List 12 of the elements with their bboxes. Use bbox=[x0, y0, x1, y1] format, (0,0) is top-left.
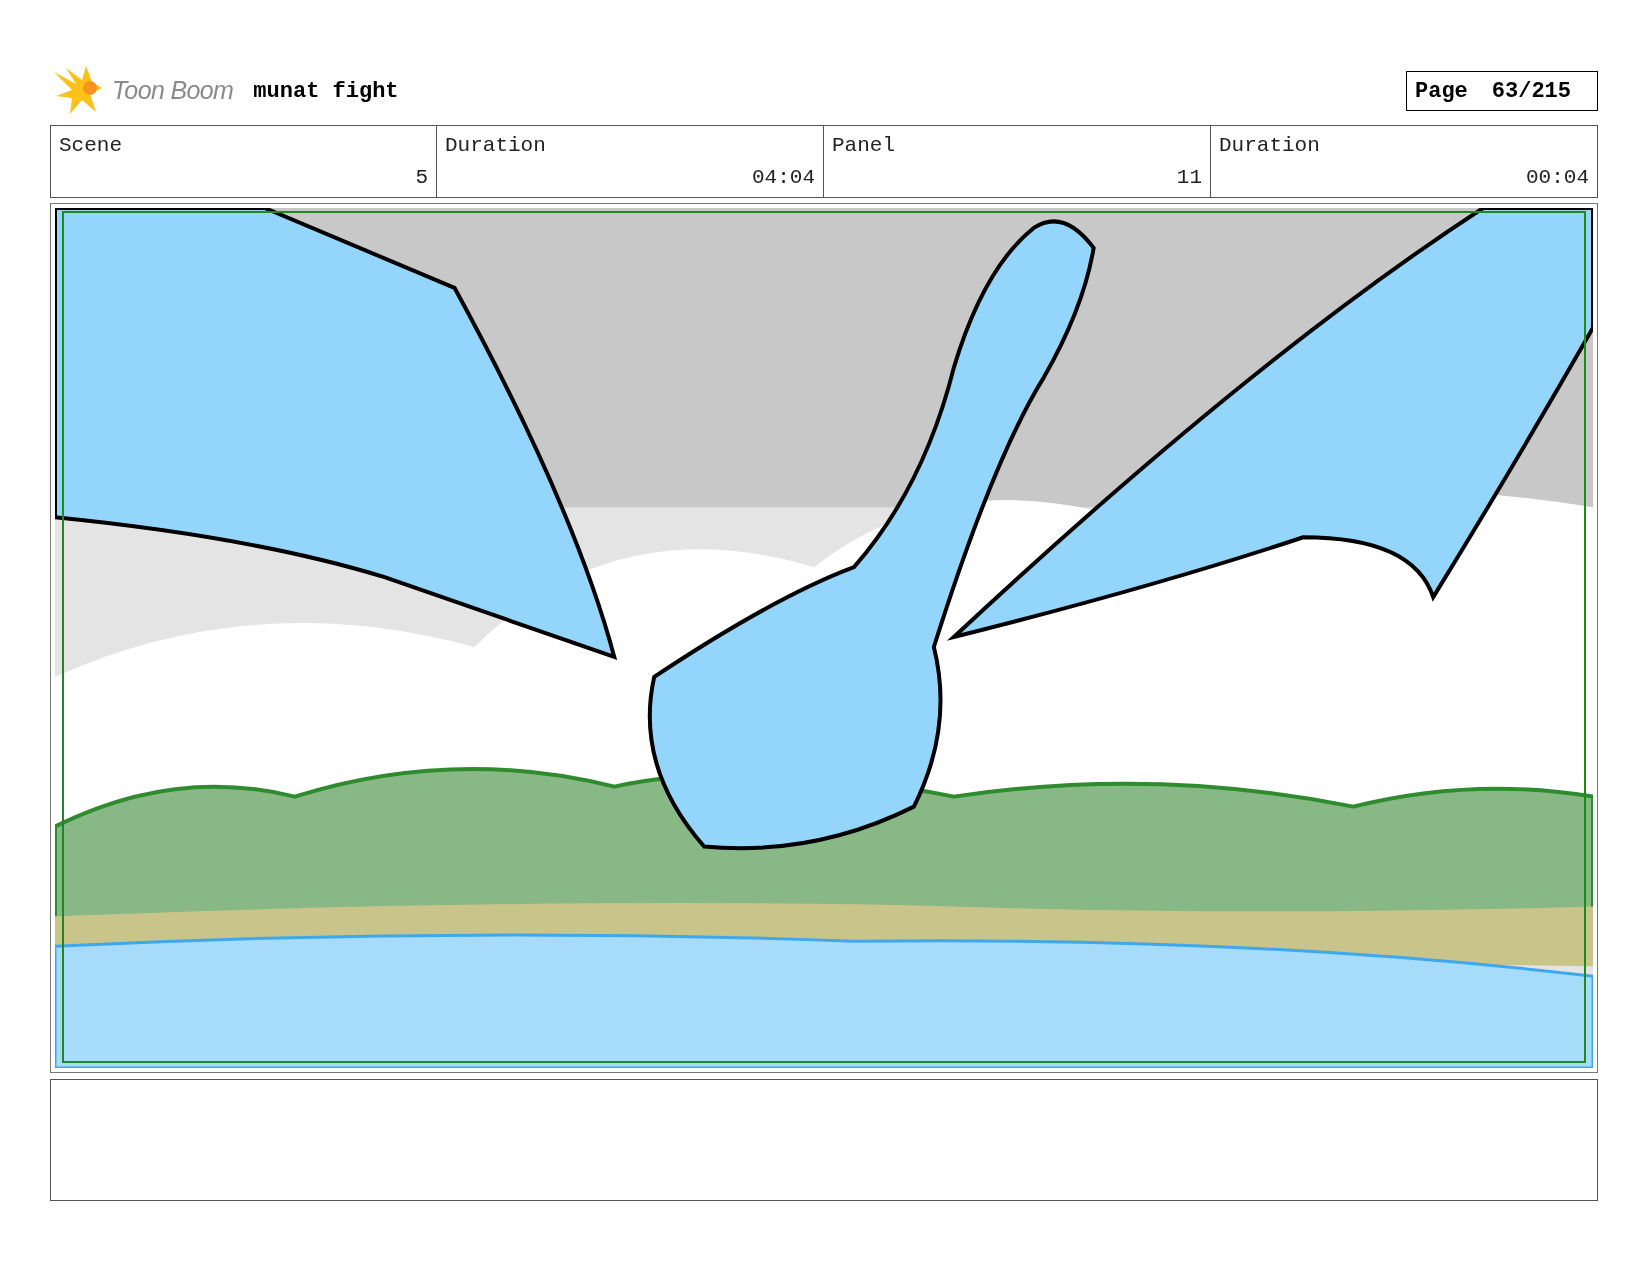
table-value: 04:04 bbox=[752, 164, 815, 191]
column-header: Panel bbox=[832, 133, 896, 159]
table-value: 11 bbox=[1176, 164, 1202, 191]
column-header: Scene bbox=[59, 133, 123, 159]
page-label: Page bbox=[1415, 77, 1468, 106]
table-value: 5 bbox=[415, 164, 428, 191]
column-header: Duration bbox=[1219, 133, 1321, 159]
table-value: 00:04 bbox=[1526, 164, 1589, 191]
page-number: 63/215 bbox=[1491, 77, 1572, 106]
storyboard-title: munat fight bbox=[253, 77, 399, 106]
logo-text: Toon Boom bbox=[112, 75, 234, 107]
column-header: Duration bbox=[445, 133, 547, 159]
